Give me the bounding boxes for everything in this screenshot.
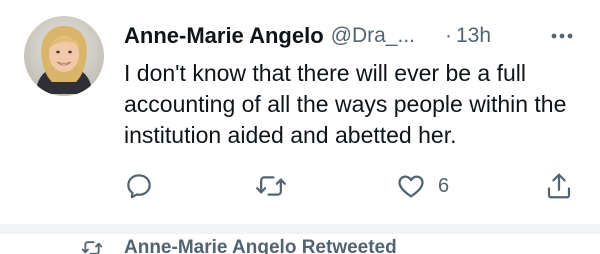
- timestamp[interactable]: 13h: [456, 24, 491, 48]
- tweet-actions: 6: [0, 168, 600, 204]
- display-name[interactable]: Anne-Marie Angelo: [124, 23, 324, 49]
- next-tweet-context[interactable]: Anne-Marie Angelo Retweeted: [0, 234, 600, 254]
- share-icon: [547, 173, 571, 199]
- heart-icon: [398, 175, 424, 198]
- retweet-icon: [256, 176, 286, 196]
- user-handle[interactable]: @Dra_...: [331, 24, 415, 48]
- retweet-button[interactable]: [255, 168, 287, 204]
- like-count: 6: [438, 174, 450, 197]
- avatar[interactable]: [24, 16, 104, 96]
- reply-icon: [127, 174, 151, 199]
- separator-dot: ·: [445, 24, 452, 47]
- tweet-text: I don't know that there will ever be a f…: [124, 60, 567, 148]
- tweet[interactable]: Anne-Marie Angelo @Dra_... · 13h I don't…: [0, 0, 600, 224]
- share-button[interactable]: [544, 168, 574, 204]
- tweet-separator: [0, 224, 600, 234]
- retweet-icon: [81, 241, 103, 254]
- more-options-button[interactable]: [547, 22, 577, 50]
- tweet-header: Anne-Marie Angelo @Dra_... · 13h: [124, 22, 584, 50]
- reply-button[interactable]: [124, 168, 154, 204]
- like-button[interactable]: 6: [396, 168, 449, 204]
- more-horizontal-icon: [551, 33, 573, 39]
- retweeted-label[interactable]: Anne-Marie Angelo Retweeted: [124, 237, 397, 254]
